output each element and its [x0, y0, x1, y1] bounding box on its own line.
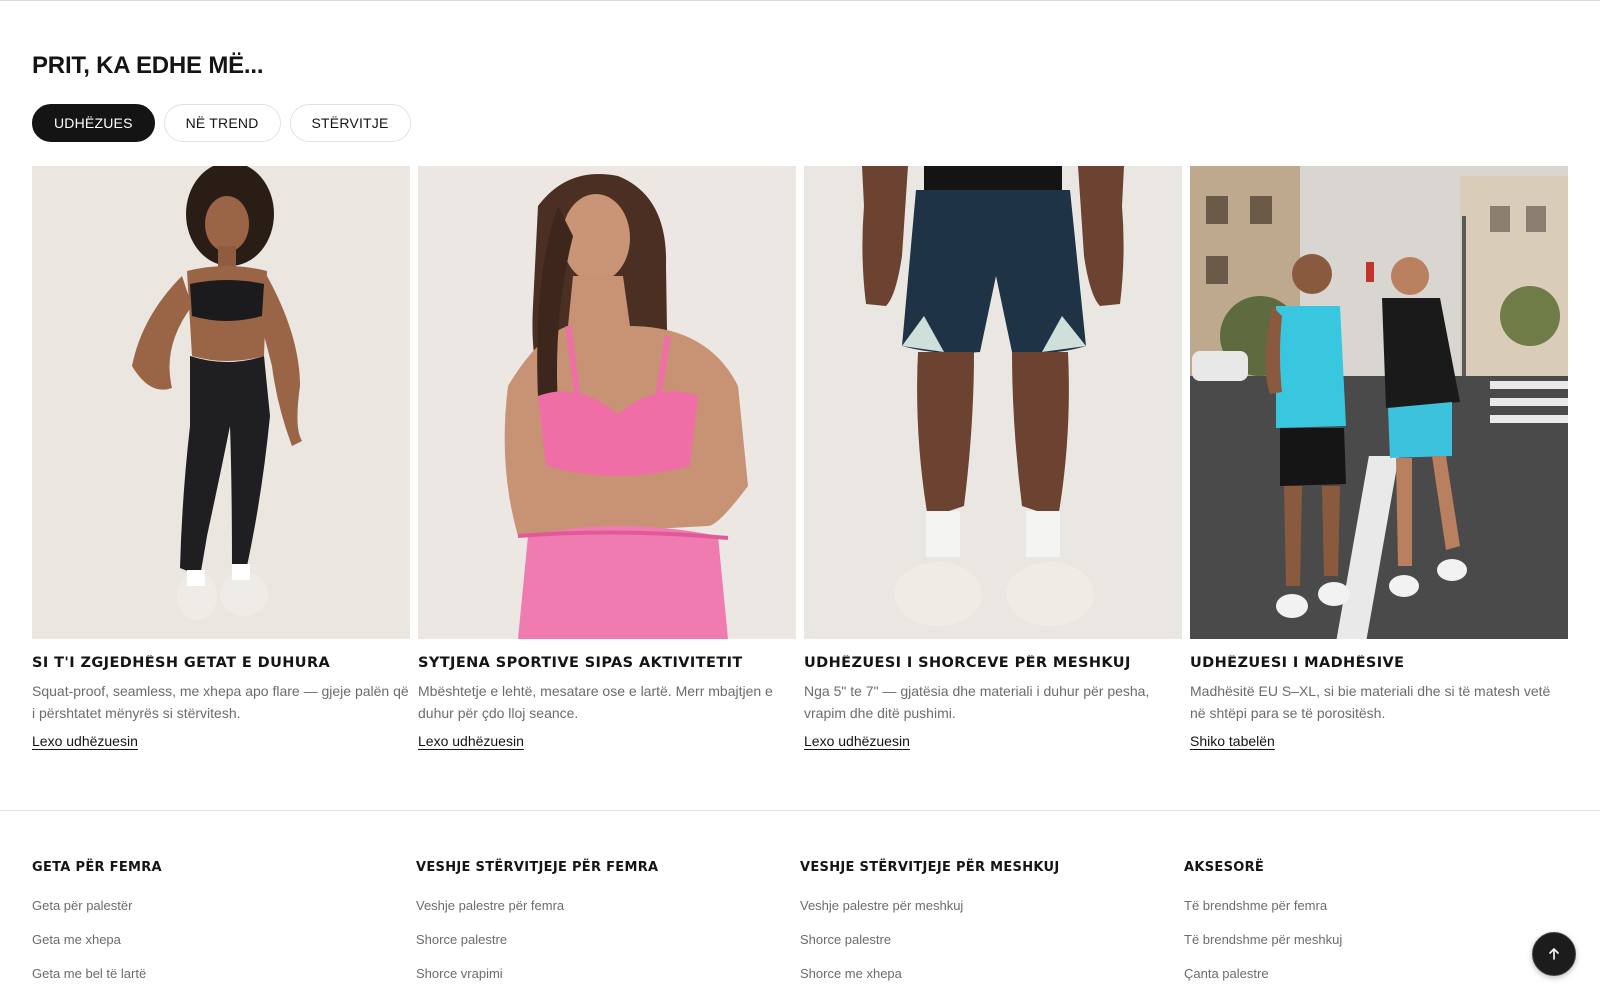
section-title: PRIT, KA EDHE MË... — [32, 52, 264, 79]
footer-link[interactable]: Geta me bel të lartë — [32, 965, 416, 999]
footer-link[interactable]: Geta për palestër — [32, 897, 416, 931]
filter-tabs: UDHËZUES NË TREND STËRVITJE — [32, 104, 411, 142]
footer-column-accessories: AKSESORË Të brendshme për femra Të brend… — [1184, 860, 1568, 999]
back-to-top-button[interactable] — [1532, 932, 1576, 976]
card-description: Madhësitë EU S–XL, si bie materiali dhe … — [1190, 683, 1551, 721]
woman-black-leggings-photo — [32, 166, 410, 639]
page: PRIT, KA EDHE MË... UDHËZUES NË TREND ST… — [0, 0, 1600, 1000]
footer-link[interactable]: Shorce palestre — [416, 931, 800, 965]
footer-link[interactable]: Shorce vrapimi — [416, 965, 800, 999]
guide-card: SYTJENA SPORTIVE SIPAS AKTIVITETIT Mbësh… — [418, 166, 796, 751]
footer-link[interactable]: Shorce me xhepa — [800, 965, 1184, 999]
read-guide-link[interactable]: Lexo udhëzuesin — [32, 733, 138, 749]
sports-bra-guide-image[interactable] — [418, 166, 796, 639]
read-guide-link[interactable]: Lexo udhëzuesin — [418, 733, 524, 749]
footer-heading: AKSESORË — [1184, 860, 1265, 875]
footer-link[interactable]: Shorce palestre — [800, 931, 1184, 965]
tab-ne-trend[interactable]: NË TREND — [163, 104, 281, 142]
footer-link[interactable]: Të brendshme për femra — [1184, 897, 1568, 931]
guide-card: SI T'I ZGJEDHËSH GETAT E DUHURA Squat-pr… — [32, 166, 410, 751]
guide-cards: SI T'I ZGJEDHËSH GETAT E DUHURA Squat-pr… — [32, 166, 1568, 751]
footer-column-women-training: VESHJE STËRVITJEJE PËR FEMRA Veshje pale… — [416, 860, 800, 999]
card-description: Nga 5" te 7" — gjatësia dhe materiali i … — [804, 683, 1150, 721]
footer-link[interactable]: Geta me xhepa — [32, 931, 416, 965]
card-description: Squat-proof, seamless, me xhepa apo flar… — [32, 683, 409, 721]
size-guide-image[interactable] — [1190, 166, 1568, 639]
footer-column-men-training: VESHJE STËRVITJEJE PËR MESHKUJ Veshje pa… — [800, 860, 1184, 999]
guide-card: UDHËZUESI I MADHËSIVE Madhësitë EU S–XL,… — [1190, 166, 1568, 751]
footer-divider — [0, 810, 1600, 811]
footer-link[interactable]: Të brendshme për meshkuj — [1184, 931, 1568, 965]
card-title: UDHËZUESI I MADHËSIVE — [1190, 655, 1405, 671]
footer-link[interactable]: Veshje palestre për meshkuj — [800, 897, 1184, 931]
arrow-up-icon — [1549, 948, 1559, 960]
guide-card: UDHËZUESI I SHORCEVE PËR MESHKUJ Nga 5" … — [804, 166, 1182, 751]
tab-stervitje[interactable]: STËRVITJE — [289, 104, 411, 142]
top-divider — [0, 0, 1600, 1]
footer-links: GETA PËR FEMRA Geta për palestër Geta me… — [32, 860, 1568, 999]
footer-column-women-leggings: GETA PËR FEMRA Geta për palestër Geta me… — [32, 860, 416, 999]
runners-street-photo — [1190, 166, 1568, 639]
read-guide-link[interactable]: Lexo udhëzuesin — [804, 733, 910, 749]
footer-heading: VESHJE STËRVITJEJE PËR MESHKUJ — [800, 860, 1060, 875]
leggings-guide-image[interactable] — [32, 166, 410, 639]
tab-udhezues[interactable]: UDHËZUES — [32, 104, 155, 142]
woman-pink-sports-bra-photo — [418, 166, 796, 639]
man-navy-shorts-photo — [804, 166, 1182, 639]
footer-link[interactable]: Veshje palestre për femra — [416, 897, 800, 931]
card-title: UDHËZUESI I SHORCEVE PËR MESHKUJ — [804, 655, 1131, 671]
footer-heading: VESHJE STËRVITJEJE PËR FEMRA — [416, 860, 659, 875]
mens-shorts-guide-image[interactable] — [804, 166, 1182, 639]
size-chart-link[interactable]: Shiko tabelën — [1190, 733, 1275, 749]
card-title: SYTJENA SPORTIVE SIPAS AKTIVITETIT — [418, 655, 743, 671]
footer-link[interactable]: Çanta palestre — [1184, 965, 1568, 999]
card-description: Mbështetje e lehtë, mesatare ose e lartë… — [418, 683, 773, 721]
footer-heading: GETA PËR FEMRA — [32, 860, 162, 875]
card-title: SI T'I ZGJEDHËSH GETAT E DUHURA — [32, 655, 331, 671]
